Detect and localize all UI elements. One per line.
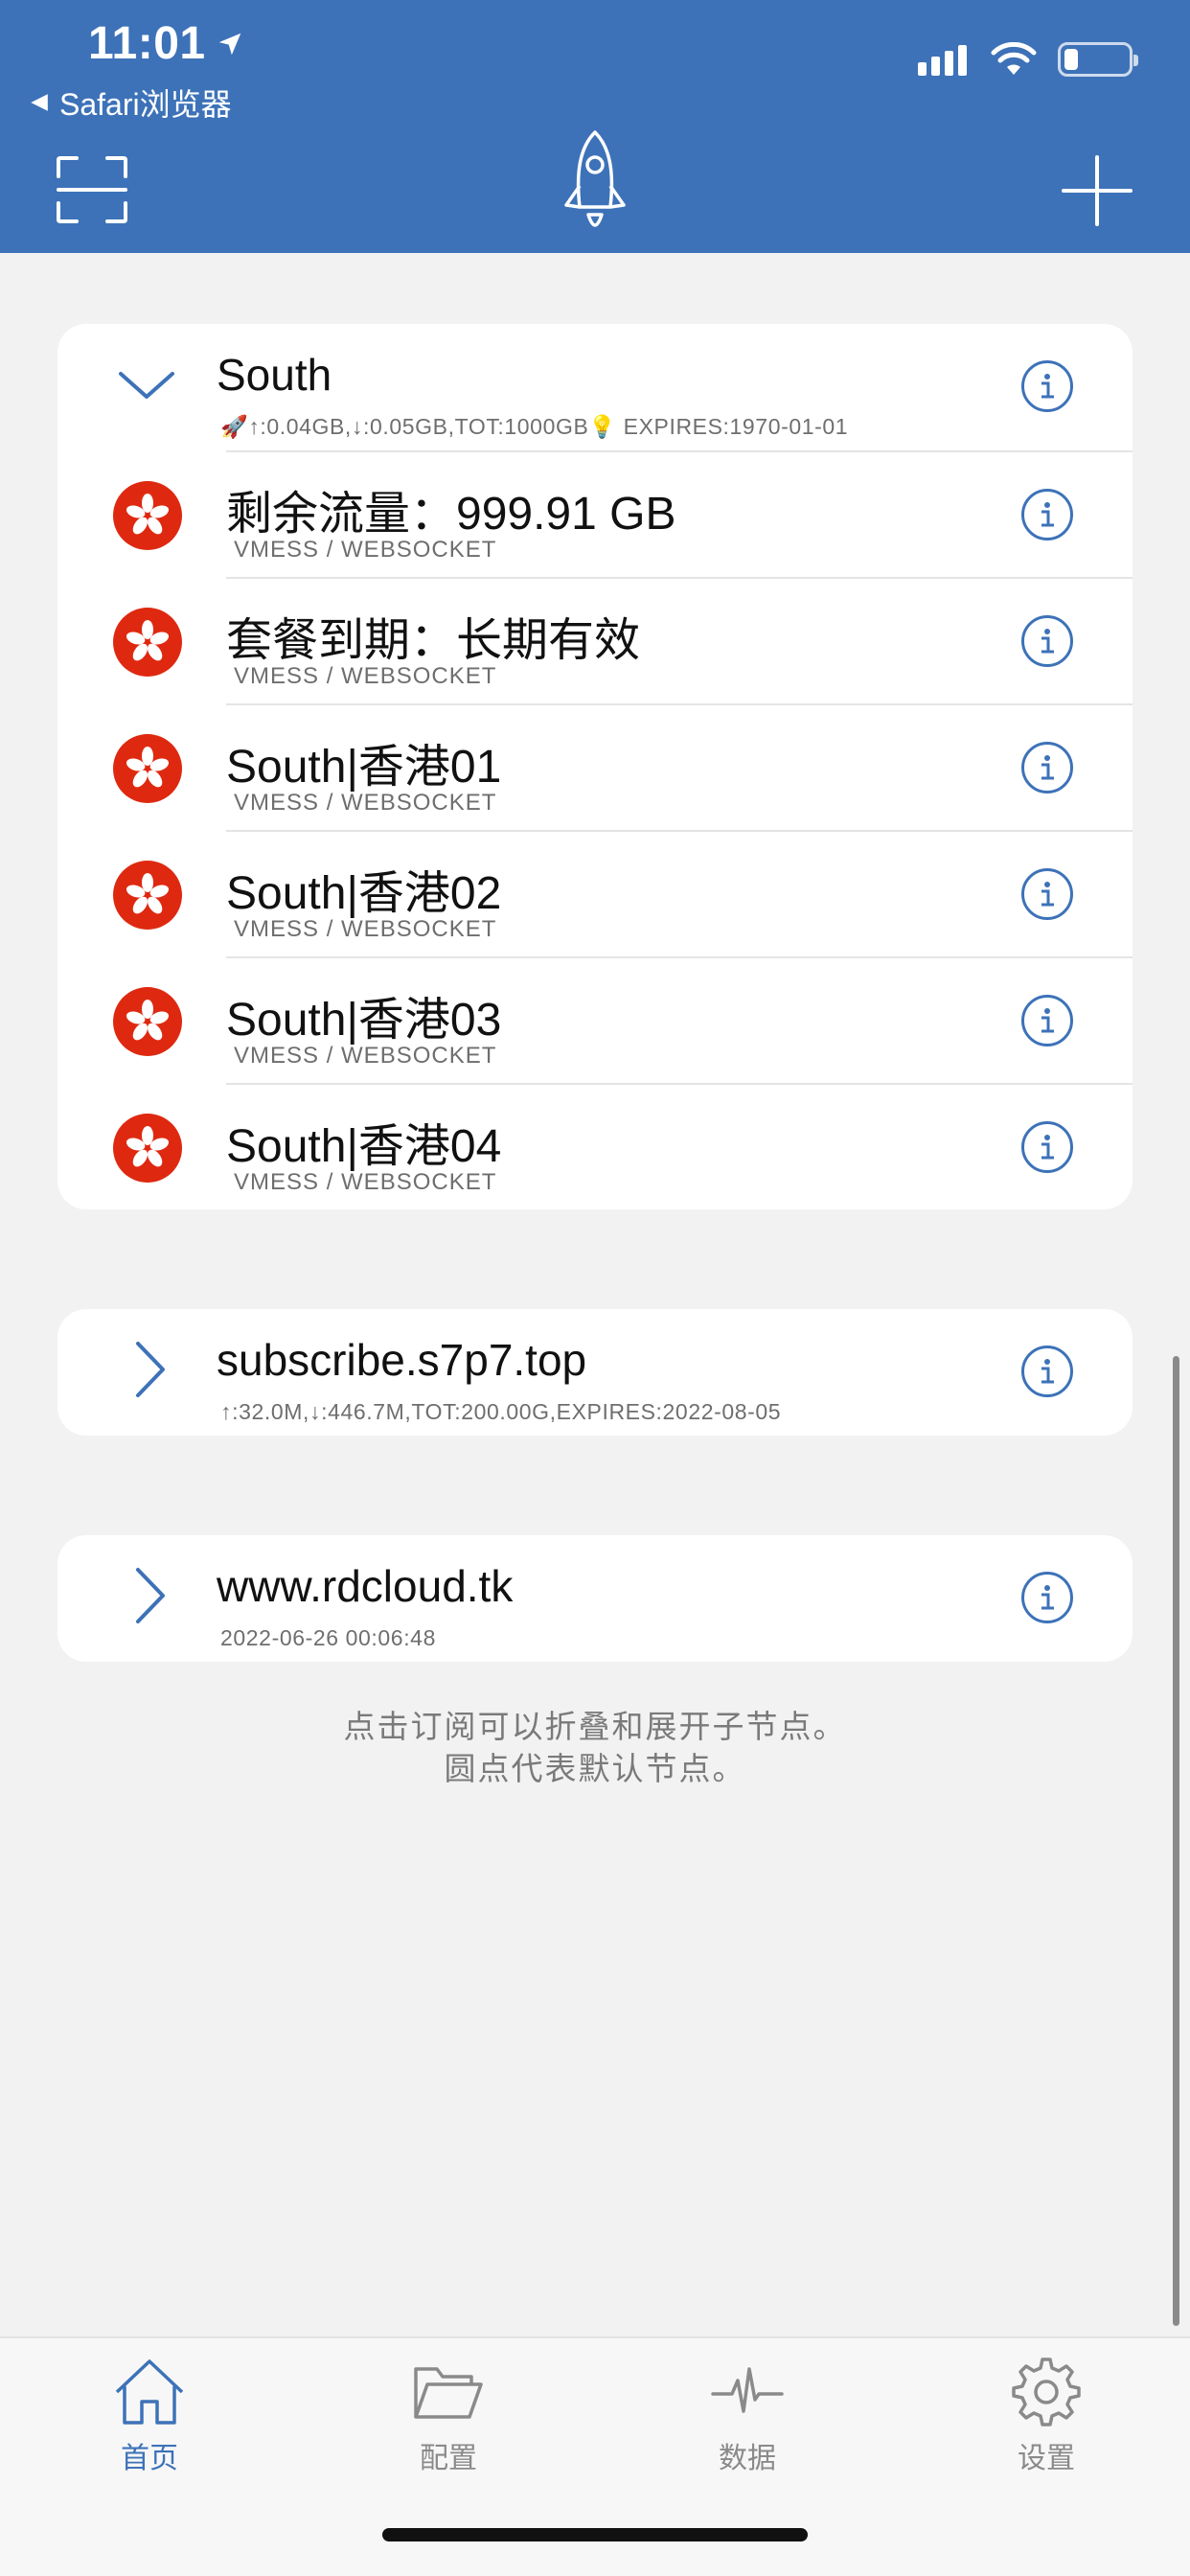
- node-row[interactable]: South|香港03 VMESS / WEBSOCKET: [57, 956, 1133, 1083]
- tab-config[interactable]: 配置: [372, 2356, 525, 2476]
- info-icon: [1041, 1359, 1054, 1384]
- back-triangle-icon: [31, 94, 48, 111]
- tab-label: 配置: [420, 2443, 477, 2474]
- info-icon: [1041, 1008, 1054, 1033]
- tab-label: 首页: [121, 2443, 178, 2474]
- hong-kong-flag-icon: [113, 1114, 182, 1183]
- back-app-label: Safari浏览器: [59, 87, 232, 122]
- subscription-card-s7p7: subscribe.s7p7.top ↑:32.0M,↓:446.7M,TOT:…: [57, 1309, 1133, 1436]
- info-icon: [1041, 1585, 1054, 1610]
- status-time: 11:01: [88, 17, 244, 70]
- info-icon: [1041, 1135, 1054, 1160]
- node-row[interactable]: South|香港02 VMESS / WEBSOCKET: [57, 830, 1133, 956]
- node-protocol: VMESS / WEBSOCKET: [234, 916, 497, 942]
- subscription-header[interactable]: subscribe.s7p7.top ↑:32.0M,↓:446.7M,TOT:…: [57, 1309, 1133, 1436]
- node-protocol: VMESS / WEBSOCKET: [234, 1043, 497, 1069]
- subscription-card-south: South 🚀↑:0.04GB,↓:0.05GB,TOT:1000GB💡 EXP…: [57, 324, 1133, 1209]
- gear-icon: [1012, 2358, 1081, 2426]
- hong-kong-flag-icon: [113, 734, 182, 803]
- node-title: South|香港03: [226, 995, 502, 1046]
- node-title: 套餐到期：长期有效: [226, 615, 641, 666]
- node-protocol: VMESS / WEBSOCKET: [234, 663, 497, 689]
- tab-data[interactable]: 数据: [671, 2356, 824, 2476]
- node-protocol: VMESS / WEBSOCKET: [234, 1169, 497, 1195]
- subscription-header[interactable]: South 🚀↑:0.04GB,↓:0.05GB,TOT:1000GB💡 EXP…: [57, 324, 1133, 450]
- subscription-title: www.rdcloud.tk: [217, 1561, 514, 1611]
- pulse-icon: [711, 2367, 784, 2413]
- tab-settings[interactable]: 设置: [970, 2356, 1123, 2476]
- node-title: 剩余流量：999.91 GB: [226, 489, 676, 540]
- subscription-title: South: [217, 350, 332, 400]
- info-icon: [1041, 882, 1054, 907]
- node-protocol: VMESS / WEBSOCKET: [234, 790, 497, 816]
- home-icon: [115, 2359, 184, 2425]
- add-button[interactable]: [1060, 153, 1134, 228]
- vertical-scrollbar[interactable]: [1173, 1356, 1179, 2326]
- info-icon: [1041, 755, 1054, 780]
- info-icon: [1041, 629, 1054, 654]
- tab-label: 设置: [1018, 2443, 1075, 2474]
- cellular-signal-icon: [918, 45, 967, 76]
- node-title: South|香港04: [226, 1121, 502, 1172]
- status-time-text: 11:01: [88, 18, 206, 69]
- info-button[interactable]: [1021, 1121, 1073, 1173]
- info-button[interactable]: [1021, 742, 1073, 794]
- chevron-down-icon[interactable]: [115, 353, 178, 416]
- info-button[interactable]: [1021, 995, 1073, 1046]
- wifi-icon: [991, 42, 1037, 75]
- tab-home[interactable]: 首页: [73, 2356, 226, 2476]
- status-indicators: [918, 42, 1138, 77]
- location-arrow-icon: [218, 33, 240, 55]
- tab-label: 数据: [719, 2443, 776, 2474]
- node-row[interactable]: South|香港01 VMESS / WEBSOCKET: [57, 703, 1133, 830]
- node-title: South|香港02: [226, 868, 502, 919]
- usage-hint: 点击订阅可以折叠和展开子节点。 圆点代表默认节点。: [0, 1706, 1190, 1790]
- chevron-right-icon[interactable]: [115, 1338, 178, 1401]
- scan-button[interactable]: [56, 155, 128, 224]
- info-button[interactable]: [1021, 489, 1073, 540]
- hong-kong-flag-icon: [113, 481, 182, 550]
- back-to-app-button[interactable]: Safari浏览器: [29, 80, 232, 125]
- info-button[interactable]: [1021, 1346, 1073, 1397]
- hong-kong-flag-icon: [113, 987, 182, 1056]
- hint-line-1: 点击订阅可以折叠和展开子节点。: [343, 1709, 847, 1744]
- node-row[interactable]: 套餐到期：长期有效 VMESS / WEBSOCKET: [57, 577, 1133, 703]
- chevron-right-icon[interactable]: [115, 1564, 178, 1627]
- info-icon: [1041, 374, 1054, 399]
- subscription-header[interactable]: www.rdcloud.tk 2022-06-26 00:06:48: [57, 1535, 1133, 1662]
- subscription-updated: 2022-06-26 00:06:48: [220, 1625, 436, 1650]
- node-row[interactable]: 剩余流量：999.91 GB VMESS / WEBSOCKET: [57, 450, 1133, 577]
- node-protocol: VMESS / WEBSOCKET: [234, 537, 497, 563]
- top-header: 11:01 Safari浏览器: [0, 0, 1190, 253]
- folder-icon: [414, 2367, 483, 2419]
- rocket-icon: [564, 130, 626, 227]
- rocket-connect-button[interactable]: [559, 128, 631, 243]
- subscription-stats: ↑:32.0M,↓:446.7M,TOT:200.00G,EXPIRES:202…: [220, 1399, 782, 1424]
- subscription-stats: 🚀↑:0.04GB,↓:0.05GB,TOT:1000GB💡 EXPIRES:1…: [220, 414, 849, 439]
- node-row[interactable]: South|香港04 VMESS / WEBSOCKET: [57, 1083, 1133, 1209]
- battery-icon: [1058, 42, 1138, 77]
- info-button[interactable]: [1021, 868, 1073, 920]
- subscription-card-rdcloud: www.rdcloud.tk 2022-06-26 00:06:48: [57, 1535, 1133, 1662]
- hong-kong-flag-icon: [113, 608, 182, 677]
- subscription-title: subscribe.s7p7.top: [217, 1335, 587, 1385]
- info-icon: [1041, 502, 1054, 527]
- hint-line-2: 圆点代表默认节点。: [444, 1751, 746, 1786]
- info-button[interactable]: [1021, 1572, 1073, 1623]
- node-title: South|香港01: [226, 742, 502, 793]
- hong-kong-flag-icon: [113, 861, 182, 930]
- home-indicator: [382, 2528, 808, 2542]
- info-button[interactable]: [1021, 615, 1073, 667]
- plus-icon: [1062, 155, 1133, 226]
- scan-icon: [57, 156, 127, 223]
- info-button[interactable]: [1021, 360, 1073, 412]
